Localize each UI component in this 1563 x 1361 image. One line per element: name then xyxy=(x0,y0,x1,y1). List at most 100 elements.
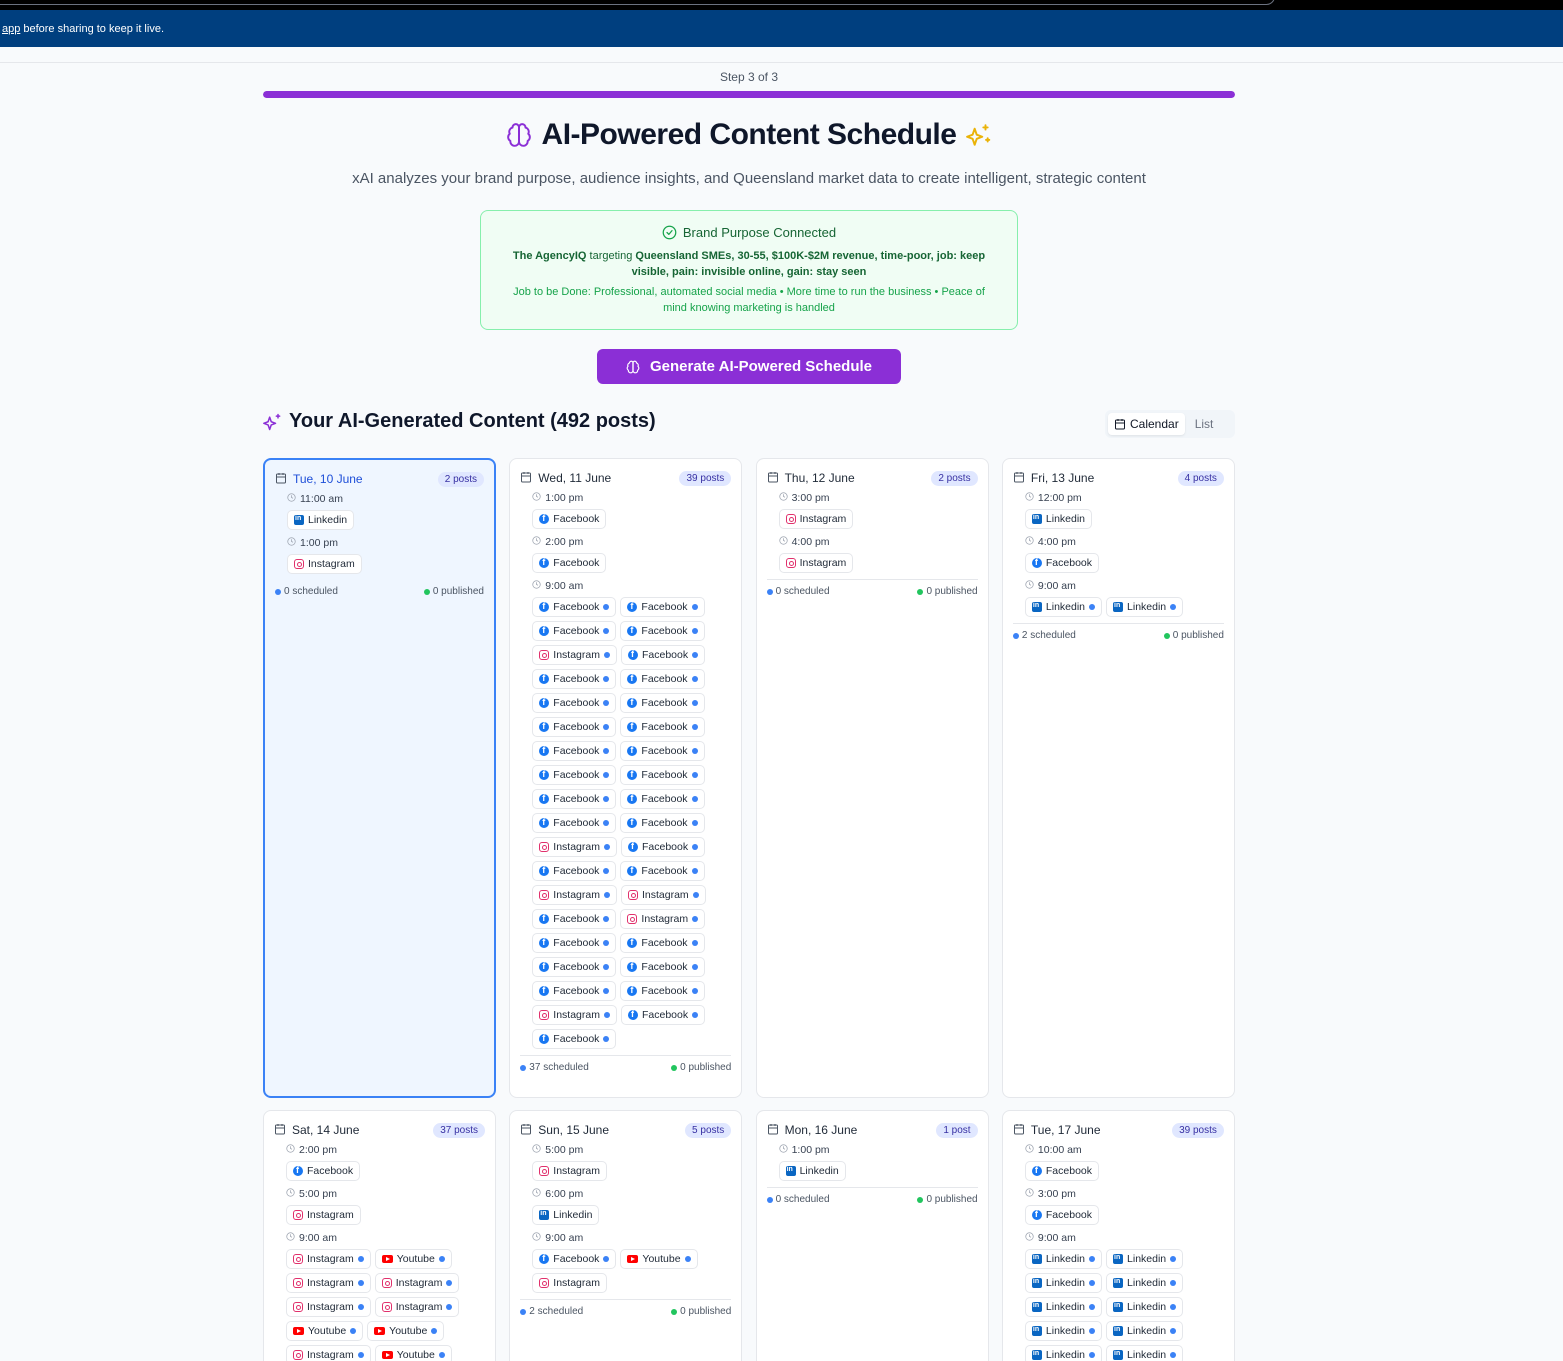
post-chip[interactable]: Instagram xyxy=(286,1297,371,1317)
post-chip[interactable]: Linkedin xyxy=(532,1205,600,1225)
post-chip[interactable]: Instagram xyxy=(532,837,617,857)
generate-schedule-button[interactable]: Generate AI-Powered Schedule xyxy=(597,349,901,384)
post-chip[interactable]: Facebook xyxy=(532,1249,617,1269)
day-card[interactable]: Sat, 14 June 37 posts 2:00 pm Facebook 5:00 … xyxy=(263,1110,496,1361)
post-chip[interactable]: Facebook xyxy=(620,741,705,761)
post-chip[interactable]: Instagram xyxy=(286,1345,371,1361)
post-chip[interactable]: Facebook xyxy=(532,669,617,689)
post-chip[interactable]: Instagram xyxy=(287,554,362,574)
post-chip[interactable]: Linkedin xyxy=(1024,1345,1103,1361)
post-chip[interactable]: Facebook xyxy=(532,765,617,785)
post-chip[interactable]: Instagram xyxy=(286,1273,371,1293)
post-chip[interactable]: Facebook xyxy=(1024,1205,1100,1225)
post-chip[interactable]: Facebook xyxy=(620,789,705,809)
post-chip[interactable]: Facebook xyxy=(620,957,705,977)
post-chip[interactable]: Facebook xyxy=(620,837,706,857)
post-chip[interactable]: Linkedin xyxy=(1106,1273,1184,1293)
slot-time: 9:00 am xyxy=(532,1231,731,1245)
post-chip[interactable]: Facebook xyxy=(620,981,705,1001)
post-chip[interactable]: Instagram xyxy=(778,509,854,529)
calendar-view-button[interactable]: Calendar xyxy=(1108,413,1185,435)
day-card[interactable]: Tue, 10 June 2 posts 11:00 am Linkedin 1:00 … xyxy=(263,458,496,1098)
day-card[interactable]: Thu, 12 June 2 posts 3:00 pm Instagram 4:00 … xyxy=(755,458,989,1098)
post-chip[interactable]: Facebook xyxy=(532,1029,617,1049)
post-chip[interactable]: Facebook xyxy=(532,933,617,953)
post-chip[interactable]: Facebook xyxy=(532,621,617,641)
post-chip[interactable]: Facebook xyxy=(620,693,705,713)
post-chip[interactable]: Instagram xyxy=(620,909,706,929)
post-chip[interactable]: Linkedin xyxy=(287,510,355,530)
post-chip[interactable]: Instagram xyxy=(532,885,617,905)
post-chip[interactable]: Facebook xyxy=(620,717,705,737)
post-chip[interactable]: Instagram xyxy=(532,1273,607,1293)
post-chip[interactable]: Facebook xyxy=(620,765,705,785)
post-chip[interactable]: Linkedin xyxy=(1024,1249,1103,1269)
instagram-icon xyxy=(539,1166,550,1176)
post-chip[interactable]: Linkedin xyxy=(1024,1321,1103,1341)
brand-purpose-heading-row: Brand Purpose Connected xyxy=(501,225,997,240)
post-platform-label: Facebook xyxy=(553,937,600,949)
post-chip[interactable]: Facebook xyxy=(620,621,705,641)
list-view-button[interactable]: List xyxy=(1189,413,1220,435)
post-chip[interactable]: Instagram xyxy=(532,645,617,665)
post-chip[interactable]: Linkedin xyxy=(1106,1345,1184,1361)
post-chip[interactable]: Facebook xyxy=(532,717,617,737)
day-card[interactable]: Sun, 15 June 5 posts 5:00 pm Instagram 6:00 … xyxy=(509,1110,743,1361)
post-chip[interactable]: Instagram xyxy=(374,1297,460,1317)
post-chip[interactable]: Instagram xyxy=(620,885,706,905)
post-chip[interactable]: Youtube xyxy=(374,1249,452,1269)
post-chip[interactable]: Facebook xyxy=(620,813,705,833)
post-chip[interactable]: Linkedin xyxy=(1106,1321,1184,1341)
post-chip[interactable]: Facebook xyxy=(1024,553,1100,573)
post-chip[interactable]: Youtube xyxy=(620,1249,698,1269)
post-chip[interactable]: Facebook xyxy=(532,813,617,833)
preview-banner: app before sharing to keep it live. xyxy=(0,10,1563,47)
post-chip[interactable]: Youtube xyxy=(286,1321,364,1341)
banner-link[interactable]: app xyxy=(2,23,20,35)
post-chip[interactable]: Facebook xyxy=(532,693,617,713)
post-chip[interactable]: Instagram xyxy=(286,1249,371,1269)
post-chip[interactable]: Instagram xyxy=(374,1273,460,1293)
post-chip[interactable]: Facebook xyxy=(532,861,617,881)
post-chip[interactable]: Linkedin xyxy=(1106,597,1184,617)
post-chip[interactable]: Facebook xyxy=(1024,1161,1100,1181)
day-date: Sun, 15 June xyxy=(520,1123,609,1138)
post-chip[interactable]: Linkedin xyxy=(1024,1297,1103,1317)
post-chip[interactable]: Facebook xyxy=(532,741,617,761)
post-chip[interactable]: Facebook xyxy=(286,1161,361,1181)
post-chip[interactable]: Linkedin xyxy=(1024,509,1093,529)
day-card[interactable]: Tue, 17 June39 posts10:00 amFacebook3:00… xyxy=(1001,1110,1235,1361)
post-chip[interactable]: Facebook xyxy=(620,861,705,881)
post-chip[interactable]: Linkedin xyxy=(778,1161,846,1181)
post-chip[interactable]: Facebook xyxy=(620,597,705,617)
post-chip[interactable]: Instagram xyxy=(286,1205,361,1225)
post-chip[interactable]: Instagram xyxy=(532,1005,617,1025)
day-card[interactable]: Wed, 11 June39 posts1:00 pmFacebook2:00 … xyxy=(509,458,743,1098)
post-chip[interactable]: Youtube xyxy=(374,1345,452,1361)
post-chip[interactable]: Facebook xyxy=(620,645,706,665)
post-chip[interactable]: Instagram xyxy=(778,553,854,573)
post-chip[interactable]: Facebook xyxy=(532,509,607,529)
post-chip[interactable]: Facebook xyxy=(620,1005,706,1025)
post-chip[interactable]: Facebook xyxy=(532,597,617,617)
clock-icon xyxy=(1025,492,1034,504)
post-chip[interactable]: Facebook xyxy=(532,981,617,1001)
post-platform-label: Linkedin xyxy=(1045,1325,1086,1337)
post-chip[interactable]: Linkedin xyxy=(1106,1297,1184,1317)
post-chip[interactable]: Facebook xyxy=(532,789,617,809)
post-chip[interactable]: Facebook xyxy=(620,933,705,953)
post-chip[interactable]: Linkedin xyxy=(1024,1273,1103,1293)
day-card[interactable]: Fri, 13 June 4 posts 12:00 pm Linkedin 4:00 … xyxy=(1001,458,1235,1098)
post-chip[interactable]: Linkedin xyxy=(1106,1249,1184,1269)
post-chip[interactable]: Youtube xyxy=(367,1321,445,1341)
instagram-icon xyxy=(627,914,638,924)
youtube-icon xyxy=(293,1327,304,1335)
post-chip[interactable]: Instagram xyxy=(532,1161,607,1181)
post-chip[interactable]: Facebook xyxy=(620,669,705,689)
day-card[interactable]: Mon, 16 June 1 post 1:00 pm Linkedin 0 sched… xyxy=(755,1110,989,1361)
post-chip[interactable]: Linkedin xyxy=(1024,597,1103,617)
post-chip[interactable]: Facebook xyxy=(532,909,617,929)
post-chip[interactable]: Facebook xyxy=(532,957,617,977)
day-card-footer: 0 scheduled 0 published xyxy=(766,579,978,605)
post-chip[interactable]: Facebook xyxy=(532,553,607,573)
